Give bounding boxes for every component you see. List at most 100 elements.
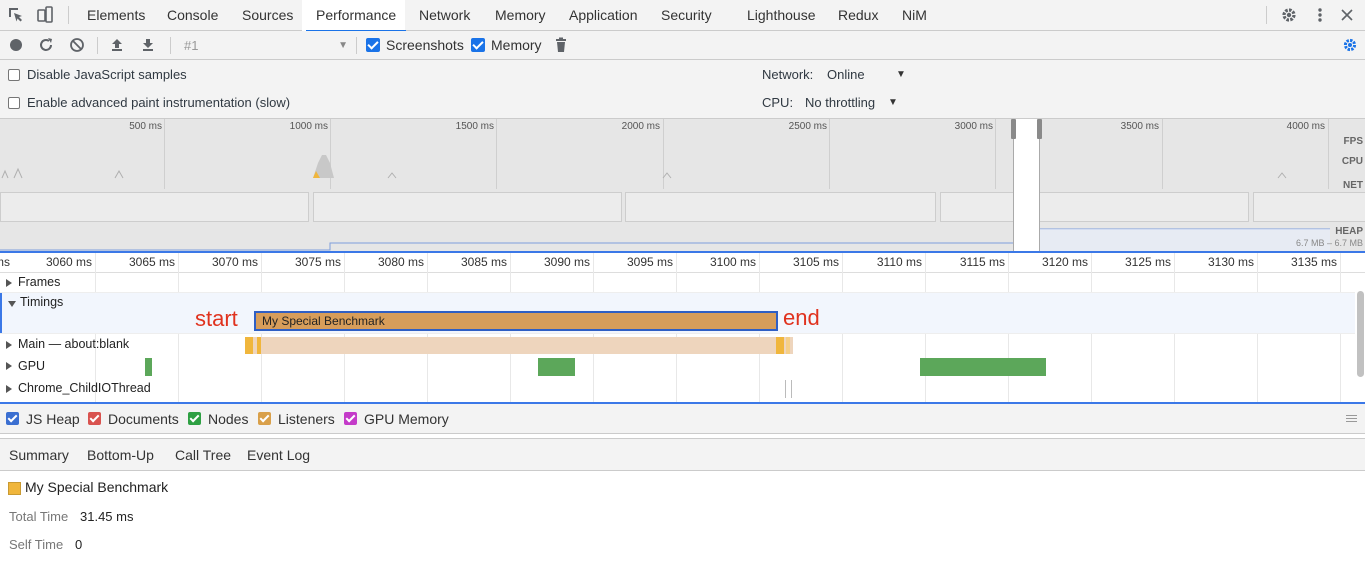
track-main[interactable]: Main — about:blank <box>0 333 1355 355</box>
tab-lighthouse[interactable]: Lighthouse <box>747 0 816 31</box>
track-io-thread[interactable]: Chrome_ChildIOThread <box>0 377 1355 401</box>
main-task-mark[interactable] <box>786 337 790 354</box>
gear-icon[interactable] <box>1280 6 1298 24</box>
tab-memory[interactable]: Memory <box>495 0 546 31</box>
capture-settings-pane: Disable JavaScript samples Network: Onli… <box>0 60 1365 119</box>
ruler-tick-label: 3095 ms <box>626 255 673 269</box>
garbage-collect-icon[interactable] <box>553 37 569 53</box>
ruler-tick-label: 3060 ms <box>45 255 92 269</box>
details-tab-bar: Summary Bottom-Up Call Tree Event Log <box>0 438 1365 473</box>
tab-application[interactable]: Application <box>569 0 638 31</box>
timeline-overview[interactable]: 500 ms 1000 ms 1500 ms 2000 ms 2500 ms 3… <box>0 119 1365 251</box>
net-label: NET <box>1343 180 1363 191</box>
inspect-element-icon[interactable] <box>7 6 25 24</box>
documents-checkbox[interactable] <box>88 412 101 425</box>
total-time-label: Total Time <box>9 509 69 524</box>
selection-left-handle[interactable] <box>1011 119 1016 139</box>
advanced-paint-checkbox[interactable] <box>8 97 20 109</box>
memory-counters-legend: JS Heap Documents Nodes Listeners GPU Me… <box>0 404 1365 434</box>
ruler-tick-label: 3135 ms <box>1290 255 1337 269</box>
overview-tick-label: 4000 ms <box>1286 121 1325 132</box>
load-profile-icon[interactable] <box>109 37 125 53</box>
expand-arrow-icon[interactable] <box>6 385 12 393</box>
tab-network[interactable]: Network <box>419 0 470 31</box>
reload-record-icon[interactable] <box>38 37 54 53</box>
dropdown-arrow-icon: ▼ <box>338 40 348 51</box>
network-label: Network: <box>762 67 814 82</box>
tab-elements[interactable]: Elements <box>87 0 145 31</box>
track-label: Chrome_ChildIOThread <box>18 381 151 395</box>
track-gpu[interactable]: GPU <box>0 355 1355 377</box>
devtools-tab-bar: Elements Console Sources Performance Net… <box>0 0 1365 32</box>
track-label: GPU <box>18 359 46 373</box>
summary-pane: My Special Benchmark Total Time 31.45 ms… <box>0 471 1365 561</box>
screenshots-checkbox[interactable] <box>366 38 380 52</box>
heap-range-label: 6.7 MB – 6.7 MB <box>1295 238 1363 248</box>
summary-title: My Special Benchmark <box>25 479 169 495</box>
capture-settings-gear-icon[interactable] <box>1342 37 1358 53</box>
gpu-task[interactable] <box>538 358 575 376</box>
self-time-value: 0 <box>75 537 83 552</box>
tab-security[interactable]: Security <box>661 0 712 31</box>
gpu-task[interactable] <box>920 358 1046 376</box>
track-label: Timings <box>20 295 64 309</box>
tab-nim[interactable]: NiM <box>902 0 927 31</box>
tab-console[interactable]: Console <box>167 0 218 31</box>
tab-sources[interactable]: Sources <box>242 0 293 31</box>
track-timings[interactable]: Timings start My Special Benchmark end <box>0 293 1355 333</box>
tab-bottom-up[interactable]: Bottom-Up <box>87 439 154 472</box>
gpu-memory-label: GPU Memory <box>364 411 449 427</box>
overview-tick-label: 3000 ms <box>954 121 993 132</box>
tab-event-log[interactable]: Event Log <box>247 439 310 472</box>
js-heap-checkbox[interactable] <box>6 412 19 425</box>
gpu-task[interactable] <box>145 358 152 376</box>
self-time-label: Self Time <box>9 537 64 552</box>
performance-toolbar: #1 ▼ Screenshots Memory <box>0 31 1365 60</box>
ruler-tick-label: 3075 ms <box>294 255 341 269</box>
main-task-mark[interactable] <box>245 337 253 354</box>
main-task-bar[interactable] <box>245 337 793 354</box>
flame-chart[interactable]: ms 3060 ms 3065 ms 3070 ms 3075 ms 3080 … <box>0 251 1365 404</box>
tab-redux[interactable]: Redux <box>838 0 878 31</box>
collapse-arrow-icon[interactable] <box>8 301 16 307</box>
close-icon[interactable] <box>1338 6 1356 24</box>
dropdown-arrow-icon: ▼ <box>896 69 906 80</box>
documents-label: Documents <box>108 411 179 427</box>
expand-arrow-icon[interactable] <box>6 341 12 349</box>
overview-tick-label: 2000 ms <box>621 121 660 132</box>
cpu-throttling-select[interactable]: No throttling ▼ <box>805 89 905 117</box>
network-throttling-select[interactable]: Online ▼ <box>827 61 907 89</box>
total-time-value: 31.45 ms <box>80 509 134 524</box>
resize-grip-icon[interactable] <box>1346 415 1357 422</box>
overview-selection-window[interactable] <box>1011 119 1042 251</box>
memory-checkbox[interactable] <box>471 38 485 52</box>
disable-js-samples-checkbox[interactable] <box>8 69 20 81</box>
timing-mark-bar[interactable]: My Special Benchmark <box>254 311 778 331</box>
record-icon[interactable] <box>8 37 24 53</box>
tab-performance[interactable]: Performance <box>305 0 407 32</box>
device-toolbar-icon[interactable] <box>36 6 54 24</box>
track-frames[interactable]: Frames <box>0 273 1355 293</box>
ruler-tick-label: 3065 ms <box>128 255 175 269</box>
nodes-label: Nodes <box>208 411 249 427</box>
memory-label: Memory <box>491 37 542 53</box>
ruler-tick-label: 3080 ms <box>377 255 424 269</box>
cpu-label: CPU: <box>762 95 794 110</box>
expand-arrow-icon[interactable] <box>6 279 12 287</box>
expand-arrow-icon[interactable] <box>6 362 12 370</box>
tab-summary[interactable]: Summary <box>1 439 77 473</box>
save-profile-icon[interactable] <box>140 37 156 53</box>
nodes-checkbox[interactable] <box>188 412 201 425</box>
flame-chart-scrollbar[interactable] <box>1357 291 1364 377</box>
selection-right-handle[interactable] <box>1037 119 1042 139</box>
more-options-icon[interactable] <box>1311 6 1329 24</box>
listeners-checkbox[interactable] <box>258 412 271 425</box>
disable-js-samples-label: Disable JavaScript samples <box>27 67 187 82</box>
main-task-mark[interactable] <box>776 337 784 354</box>
profile-select[interactable]: #1 ▼ <box>184 31 350 60</box>
track-label: Frames <box>18 275 61 289</box>
clear-icon[interactable] <box>69 37 85 53</box>
main-task-mark[interactable] <box>257 337 261 354</box>
gpu-memory-checkbox[interactable] <box>344 412 357 425</box>
tab-call-tree[interactable]: Call Tree <box>175 439 231 472</box>
